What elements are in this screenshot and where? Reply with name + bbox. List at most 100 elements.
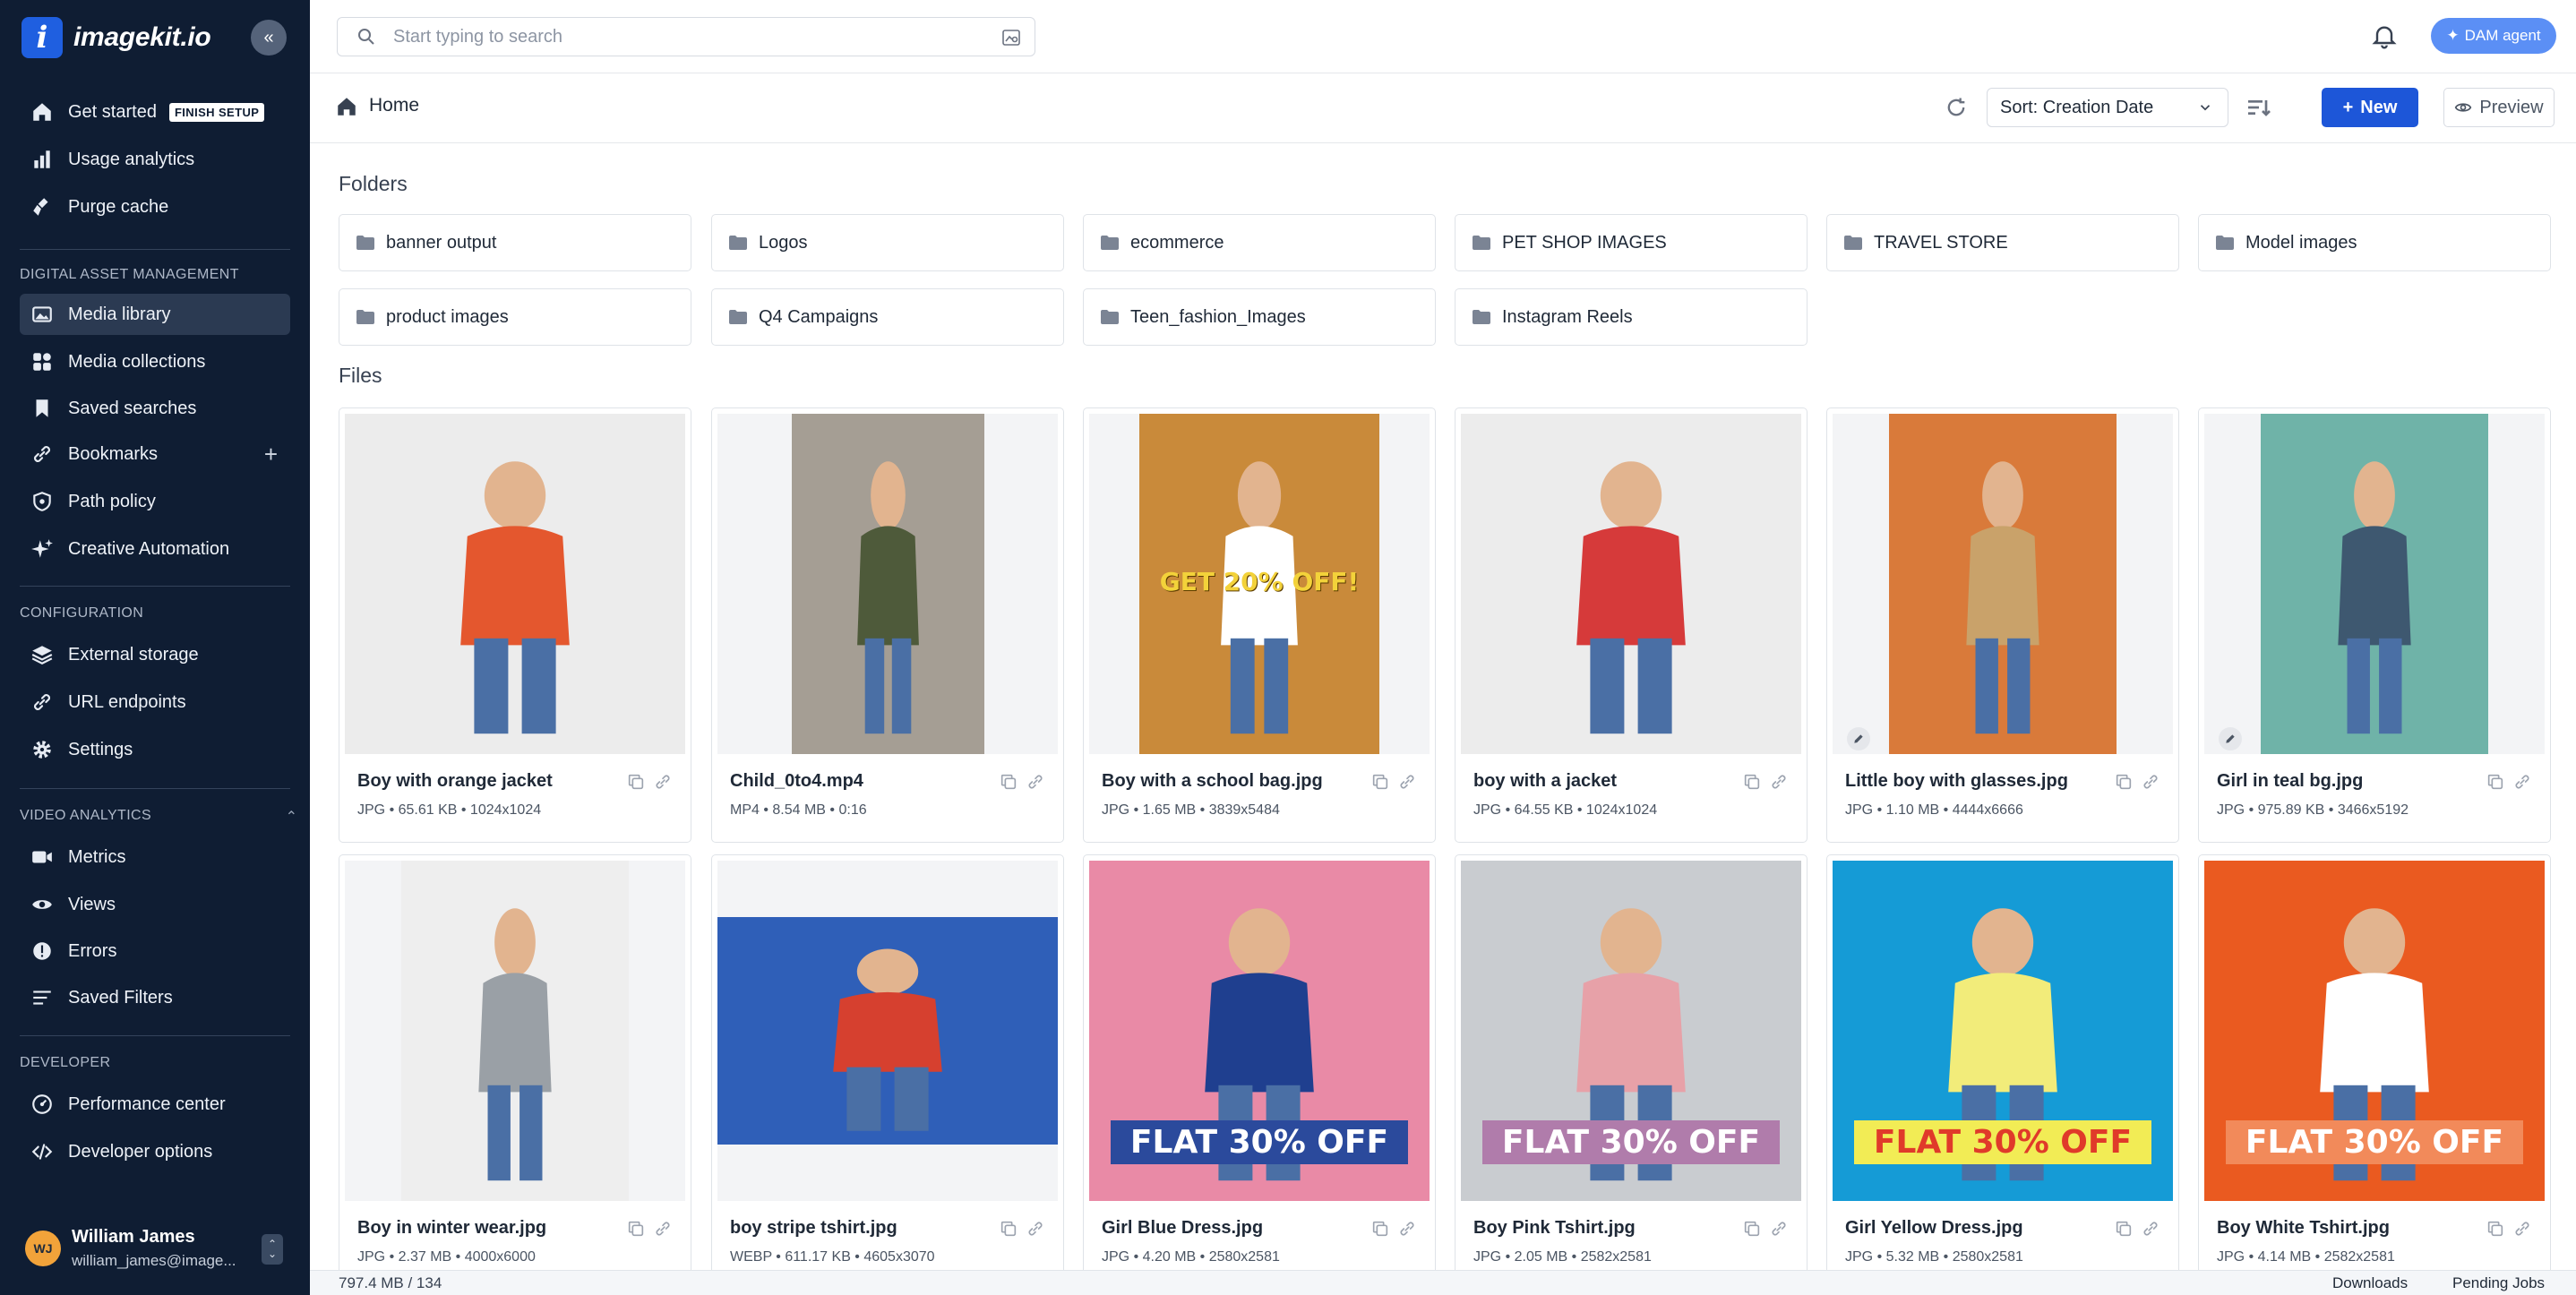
home-icon[interactable] bbox=[335, 95, 358, 118]
link-icon[interactable] bbox=[1397, 772, 1417, 792]
file-name[interactable]: Boy with a school bag.jpg bbox=[1102, 771, 1370, 792]
preview-button[interactable]: Preview bbox=[2443, 88, 2555, 127]
add-bookmark-button[interactable]: + bbox=[264, 441, 278, 468]
folder-item[interactable]: Teen_fashion_Images bbox=[1083, 288, 1436, 346]
finish-setup-badge[interactable]: FINISH SETUP bbox=[168, 102, 265, 122]
sidebar-item-metrics[interactable]: Metrics bbox=[20, 836, 290, 878]
sidebar-item-performance-center[interactable]: Performance center bbox=[20, 1084, 290, 1125]
file-thumbnail[interactable] bbox=[717, 414, 1058, 754]
downloads-link[interactable]: Downloads bbox=[2332, 1274, 2408, 1292]
copy-icon[interactable] bbox=[1370, 772, 1390, 792]
file-name[interactable]: Child_0to4.mp4 bbox=[730, 771, 999, 792]
sidebar-item-views[interactable]: Views bbox=[20, 884, 290, 925]
link-icon[interactable] bbox=[653, 1219, 673, 1239]
file-thumbnail[interactable] bbox=[345, 861, 685, 1201]
folder-item[interactable]: banner output bbox=[339, 214, 691, 271]
refresh-icon[interactable] bbox=[1944, 95, 1969, 120]
link-icon[interactable] bbox=[1026, 772, 1045, 792]
file-name[interactable]: Boy Pink Tshirt.jpg bbox=[1473, 1218, 1742, 1239]
file-name[interactable]: Boy White Tshirt.jpg bbox=[2217, 1218, 2486, 1239]
folder-item[interactable]: TRAVEL STORE bbox=[1826, 214, 2179, 271]
file-thumbnail[interactable] bbox=[345, 414, 685, 754]
file-thumbnail[interactable]: GET 20% OFF! bbox=[1089, 414, 1430, 754]
copy-icon[interactable] bbox=[2486, 1219, 2505, 1239]
link-icon[interactable] bbox=[2512, 772, 2532, 792]
link-icon[interactable] bbox=[2141, 772, 2160, 792]
sidebar-item-get-started[interactable]: Get started FINISH SETUP bbox=[20, 91, 290, 133]
image-search-icon[interactable] bbox=[1000, 27, 1022, 48]
file-thumbnail[interactable]: FLAT 30% OFF bbox=[2204, 861, 2545, 1201]
link-icon[interactable] bbox=[1769, 772, 1789, 792]
file-name[interactable]: Girl in teal bg.jpg bbox=[2217, 771, 2486, 792]
sidebar-item-usage-analytics[interactable]: Usage analytics bbox=[20, 139, 290, 180]
file-card[interactable]: Boy with orange jacket JPG • 65.61 KB • 1… bbox=[339, 407, 691, 843]
notification-bell-icon[interactable] bbox=[2370, 21, 2399, 50]
copy-icon[interactable] bbox=[626, 1219, 646, 1239]
folder-item[interactable]: Model images bbox=[2198, 214, 2551, 271]
file-card[interactable]: FLAT 30% OFF Girl Blue Dress.jpg JPG • 4.2… bbox=[1083, 854, 1436, 1290]
file-thumbnail[interactable] bbox=[1833, 414, 2173, 754]
file-thumbnail[interactable] bbox=[1461, 414, 1801, 754]
sidebar-item-saved-searches[interactable]: Saved searches bbox=[20, 388, 290, 429]
search-input[interactable] bbox=[393, 26, 975, 47]
folder-item[interactable]: Instagram Reels bbox=[1455, 288, 1807, 346]
sidebar-item-media-library[interactable]: Media library bbox=[20, 294, 290, 335]
edit-badge[interactable] bbox=[1847, 727, 1870, 750]
pending-jobs-link[interactable]: Pending Jobs bbox=[2452, 1274, 2545, 1292]
sidebar-item-bookmarks[interactable]: Bookmarks + bbox=[20, 433, 290, 475]
sidebar-item-external-storage[interactable]: External storage bbox=[20, 634, 290, 675]
new-button[interactable]: + New bbox=[2322, 88, 2418, 127]
sidebar-item-media-collections[interactable]: Media collections bbox=[20, 341, 290, 382]
copy-icon[interactable] bbox=[1742, 772, 1762, 792]
collapse-sidebar-button[interactable]: « bbox=[251, 20, 287, 56]
sidebar-item-purge-cache[interactable]: Purge cache bbox=[20, 186, 290, 227]
copy-icon[interactable] bbox=[2486, 772, 2505, 792]
link-icon[interactable] bbox=[2141, 1219, 2160, 1239]
folder-item[interactable]: ecommerce bbox=[1083, 214, 1436, 271]
breadcrumb[interactable]: Home bbox=[369, 95, 419, 116]
file-card[interactable]: Boy in winter wear.jpg JPG • 2.37 MB • 40… bbox=[339, 854, 691, 1290]
file-card[interactable]: boy with a jacket JPG • 64.55 KB • 1024x1… bbox=[1455, 407, 1807, 843]
copy-icon[interactable] bbox=[626, 772, 646, 792]
folder-item[interactable]: Q4 Campaigns bbox=[711, 288, 1064, 346]
copy-icon[interactable] bbox=[1370, 1219, 1390, 1239]
file-name[interactable]: Boy with orange jacket bbox=[357, 771, 626, 792]
file-card[interactable]: GET 20% OFF! Boy with a school bag.jpg JPG… bbox=[1083, 407, 1436, 843]
sidebar-item-creative-automation[interactable]: Creative Automation bbox=[20, 528, 290, 570]
folder-item[interactable]: Logos bbox=[711, 214, 1064, 271]
file-card[interactable]: boy stripe tshirt.jpg WEBP • 611.17 KB • … bbox=[711, 854, 1064, 1290]
file-thumbnail[interactable]: FLAT 30% OFF bbox=[1461, 861, 1801, 1201]
copy-icon[interactable] bbox=[2114, 1219, 2134, 1239]
link-icon[interactable] bbox=[1769, 1219, 1789, 1239]
copy-icon[interactable] bbox=[2114, 772, 2134, 792]
sidebar-item-path-policy[interactable]: Path policy bbox=[20, 481, 290, 522]
link-icon[interactable] bbox=[1397, 1219, 1417, 1239]
sidebar-item-developer-options[interactable]: Developer options bbox=[20, 1131, 290, 1172]
file-name[interactable]: boy with a jacket bbox=[1473, 771, 1742, 792]
folder-item[interactable]: product images bbox=[339, 288, 691, 346]
file-name[interactable]: boy stripe tshirt.jpg bbox=[730, 1218, 999, 1239]
sidebar-item-url-endpoints[interactable]: URL endpoints bbox=[20, 682, 290, 723]
folder-item[interactable]: PET SHOP IMAGES bbox=[1455, 214, 1807, 271]
copy-icon[interactable] bbox=[1742, 1219, 1762, 1239]
user-profile[interactable]: WJ William James william_james@image... … bbox=[25, 1222, 294, 1275]
file-card[interactable]: Girl in teal bg.jpg JPG • 975.89 KB • 346… bbox=[2198, 407, 2551, 843]
search-box[interactable] bbox=[337, 17, 1035, 56]
sidebar-item-saved-filters[interactable]: Saved Filters bbox=[20, 977, 290, 1018]
file-thumbnail[interactable]: FLAT 30% OFF bbox=[1089, 861, 1430, 1201]
logo[interactable]: i imagekit.io bbox=[21, 17, 290, 58]
file-name[interactable]: Little boy with glasses.jpg bbox=[1845, 771, 2114, 792]
file-name[interactable]: Girl Yellow Dress.jpg bbox=[1845, 1218, 2114, 1239]
file-thumbnail[interactable]: FLAT 30% OFF bbox=[1833, 861, 2173, 1201]
link-icon[interactable] bbox=[2512, 1219, 2532, 1239]
file-card[interactable]: Little boy with glasses.jpg JPG • 1.10 MB… bbox=[1826, 407, 2179, 843]
chevron-up-icon[interactable]: ⌃ bbox=[286, 808, 297, 826]
file-card[interactable]: Child_0to4.mp4 MP4 • 8.54 MB • 0:16 bbox=[711, 407, 1064, 843]
link-icon[interactable] bbox=[1026, 1219, 1045, 1239]
file-thumbnail[interactable] bbox=[2204, 414, 2545, 754]
copy-icon[interactable] bbox=[999, 772, 1018, 792]
sidebar-item-errors[interactable]: Errors bbox=[20, 931, 290, 972]
sort-order-icon[interactable] bbox=[2245, 93, 2273, 122]
link-icon[interactable] bbox=[653, 772, 673, 792]
file-card[interactable]: FLAT 30% OFF Girl Yellow Dress.jpg JPG • 5… bbox=[1826, 854, 2179, 1290]
